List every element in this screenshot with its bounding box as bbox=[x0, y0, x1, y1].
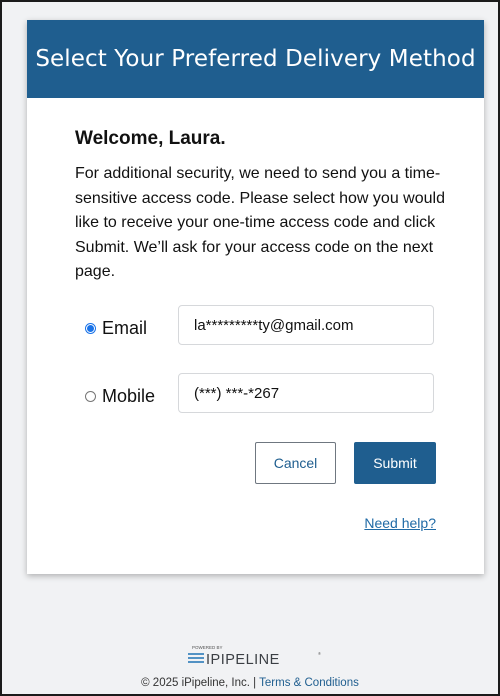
logo-powered-by: POWERED BY bbox=[192, 645, 223, 650]
email-field: la*********ty@gmail.com bbox=[178, 305, 434, 345]
email-label[interactable]: Email bbox=[102, 318, 147, 339]
mobile-radio[interactable] bbox=[85, 391, 96, 402]
terms-link[interactable]: Terms & Conditions bbox=[259, 677, 359, 689]
email-option[interactable]: Email bbox=[85, 318, 147, 339]
delivery-method-card: Select Your Preferred Delivery Method We… bbox=[27, 20, 484, 574]
need-help-link[interactable]: Need help? bbox=[364, 515, 436, 531]
ipipeline-logo: POWERED BY IPIPELINE ® bbox=[188, 645, 321, 668]
svg-text:®: ® bbox=[318, 651, 321, 656]
instructions-text: For additional security, we need to send… bbox=[75, 165, 445, 280]
mobile-label[interactable]: Mobile bbox=[102, 386, 155, 407]
copyright-text: © 2025 iPipeline, Inc. | bbox=[141, 677, 260, 689]
page-title: Select Your Preferred Delivery Method bbox=[35, 46, 476, 72]
mobile-option[interactable]: Mobile bbox=[85, 386, 155, 407]
cancel-button[interactable]: Cancel bbox=[255, 442, 336, 484]
welcome-heading: Welcome, Laura. bbox=[75, 128, 226, 149]
email-radio[interactable] bbox=[85, 323, 96, 334]
mobile-field: (***) ***-*267 bbox=[178, 373, 434, 413]
page-title-bar: Select Your Preferred Delivery Method bbox=[27, 20, 484, 98]
logo-wordmark: IPIPELINE bbox=[206, 652, 280, 668]
submit-button[interactable]: Submit bbox=[354, 442, 436, 484]
footer: © 2025 iPipeline, Inc. | Terms & Conditi… bbox=[2, 677, 498, 689]
